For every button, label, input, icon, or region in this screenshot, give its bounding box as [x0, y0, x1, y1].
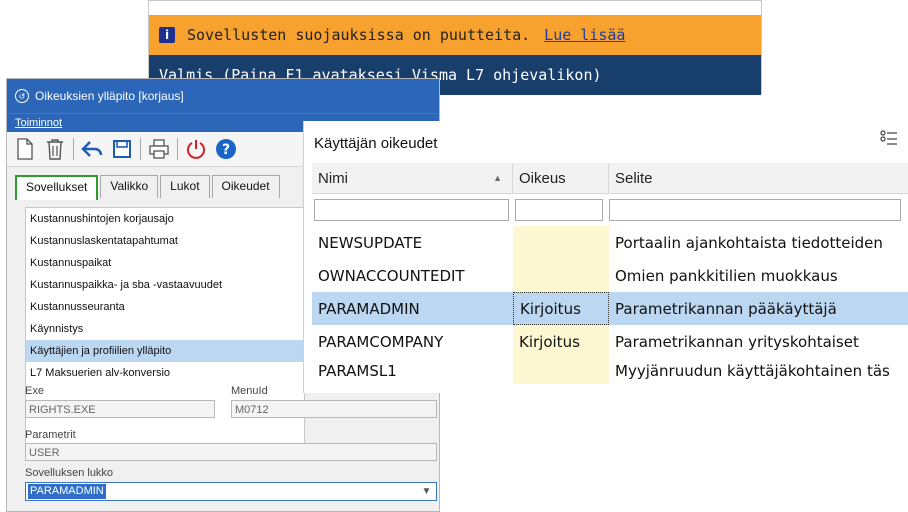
filter-oikeus-input[interactable] — [515, 199, 603, 221]
cell-nimi: OWNACCOUNTEDIT — [318, 266, 465, 285]
parameters-field[interactable]: USER — [25, 443, 437, 461]
tab-lukot[interactable]: Lukot — [160, 175, 210, 198]
app-lock-select[interactable]: PARAMADMIN ▼ — [25, 482, 437, 501]
cell-selite: Omien pankkitilien muokkaus — [615, 266, 838, 285]
cell-selite: Parametrikannan yrityskohtaiset — [615, 332, 859, 351]
list-item[interactable]: L7 Maksuerien alv-konversio — [26, 362, 304, 384]
list-item[interactable]: Kustannuspaikat — [26, 252, 304, 274]
menuid-label: MenuId — [231, 385, 268, 397]
notification-window-top — [149, 1, 761, 16]
list-item[interactable]: Kustannusseuranta — [26, 296, 304, 318]
filter-row — [312, 194, 908, 226]
cell-selite: Portaalin ajankohtaista tiedotteiden — [615, 233, 883, 252]
table-row[interactable]: PARAMSL1 Myyjänruudun käyttäjäkohtainen … — [312, 358, 908, 384]
column-header-selite[interactable]: Selite — [609, 163, 908, 193]
column-header-nimi-label: Nimi — [318, 169, 348, 187]
help-icon[interactable]: ? — [214, 137, 238, 161]
cell-oikeus[interactable] — [513, 259, 609, 292]
column-header-nimi[interactable]: Nimi ▲ — [312, 163, 513, 193]
toolbar-separator — [177, 138, 178, 160]
cell-selite: Myyjänruudun käyttäjäkohtainen täs — [615, 362, 890, 380]
cell-oikeus[interactable]: Kirjoitus — [513, 292, 609, 325]
svg-text:?: ? — [222, 142, 230, 158]
cell-selite: Parametrikannan pääkäyttäjä — [615, 299, 837, 318]
print-icon[interactable] — [147, 137, 171, 161]
app-lock-label: Sovelluksen lukko — [25, 467, 114, 479]
tab-bar: Sovellukset Valikko Lukot Oikeudet — [15, 175, 282, 200]
security-warning-bar: i Sovellusten suojauksissa on puutteita.… — [149, 15, 761, 55]
sort-ascending-icon: ▲ — [493, 173, 502, 183]
cell-oikeus[interactable] — [513, 358, 609, 384]
tab-valikko[interactable]: Valikko — [100, 175, 159, 198]
cell-oikeus[interactable] — [513, 226, 609, 259]
power-icon[interactable] — [184, 137, 208, 161]
list-item-selected[interactable]: Käyttäjien ja profiilien ylläpito — [26, 340, 304, 362]
cell-nimi: PARAMADMIN — [318, 299, 420, 318]
exe-label: Exe — [25, 385, 44, 397]
new-document-icon[interactable] — [13, 137, 37, 161]
menuid-field[interactable]: M0712 — [231, 400, 437, 418]
security-warning-text: Sovellusten suojauksissa on puutteita. — [187, 26, 531, 44]
cell-nimi: PARAMSL1 — [318, 362, 397, 380]
cell-nimi: NEWSUPDATE — [318, 233, 423, 252]
info-icon: i — [159, 27, 175, 43]
toolbar-separator — [140, 138, 141, 160]
menu-toiminnot[interactable]: Toiminnot — [15, 117, 62, 129]
toolbar-separator — [73, 138, 74, 160]
tab-sovellukset[interactable]: Sovellukset — [15, 175, 99, 200]
undo-icon[interactable] — [80, 137, 104, 161]
tab-oikeudet[interactable]: Oikeudet — [211, 175, 280, 198]
list-item[interactable]: Käynnistys — [26, 318, 304, 340]
list-item[interactable]: Kustannuspaikka- ja sba -vastaavuudet — [26, 274, 304, 296]
table-row-selected[interactable]: PARAMADMIN Kirjoitus Parametrikannan pää… — [312, 292, 908, 325]
column-settings-icon[interactable] — [880, 129, 898, 147]
rights-grid: Nimi ▲ Oikeus Selite NEWSUPDATE Portaali… — [312, 163, 908, 384]
table-row[interactable]: PARAMCOMPANY Kirjoitus Parametrikannan y… — [312, 325, 908, 358]
save-icon[interactable] — [110, 137, 134, 161]
cell-oikeus[interactable]: Kirjoitus — [513, 325, 609, 358]
column-header-oikeus[interactable]: Oikeus — [513, 163, 609, 193]
panel-title: Käyttäjän oikeudet — [314, 135, 438, 152]
parameters-label: Parametrit — [25, 429, 76, 441]
table-row[interactable]: NEWSUPDATE Portaalin ajankohtaista tiedo… — [312, 226, 908, 259]
list-item[interactable]: Kustannuslaskentatapahtumat — [26, 230, 304, 252]
table-row[interactable]: OWNACCOUNTEDIT Omien pankkitilien muokka… — [312, 259, 908, 292]
window-title-bar: ↺ Oikeuksien ylläpito [korjaus] — [7, 79, 439, 113]
app-lock-value: PARAMADMIN — [28, 484, 106, 499]
chevron-down-icon[interactable]: ▼ — [419, 484, 434, 499]
delete-icon[interactable] — [43, 137, 67, 161]
list-item[interactable]: Kustannushintojen korjausajo — [26, 208, 304, 230]
grid-header: Nimi ▲ Oikeus Selite — [312, 163, 908, 194]
exe-field[interactable]: RIGHTS.EXE — [25, 400, 215, 418]
cell-nimi: PARAMCOMPANY — [318, 332, 444, 351]
window-title: Oikeuksien ylläpito [korjaus] — [35, 89, 184, 103]
app-icon: ↺ — [15, 89, 29, 103]
filter-selite-input[interactable] — [609, 199, 901, 221]
user-rights-panel: Käyttäjän oikeudet Nimi ▲ Oikeus Selite … — [303, 121, 908, 393]
read-more-link[interactable]: Lue lisää — [544, 26, 625, 44]
filter-nimi-input[interactable] — [314, 199, 509, 221]
